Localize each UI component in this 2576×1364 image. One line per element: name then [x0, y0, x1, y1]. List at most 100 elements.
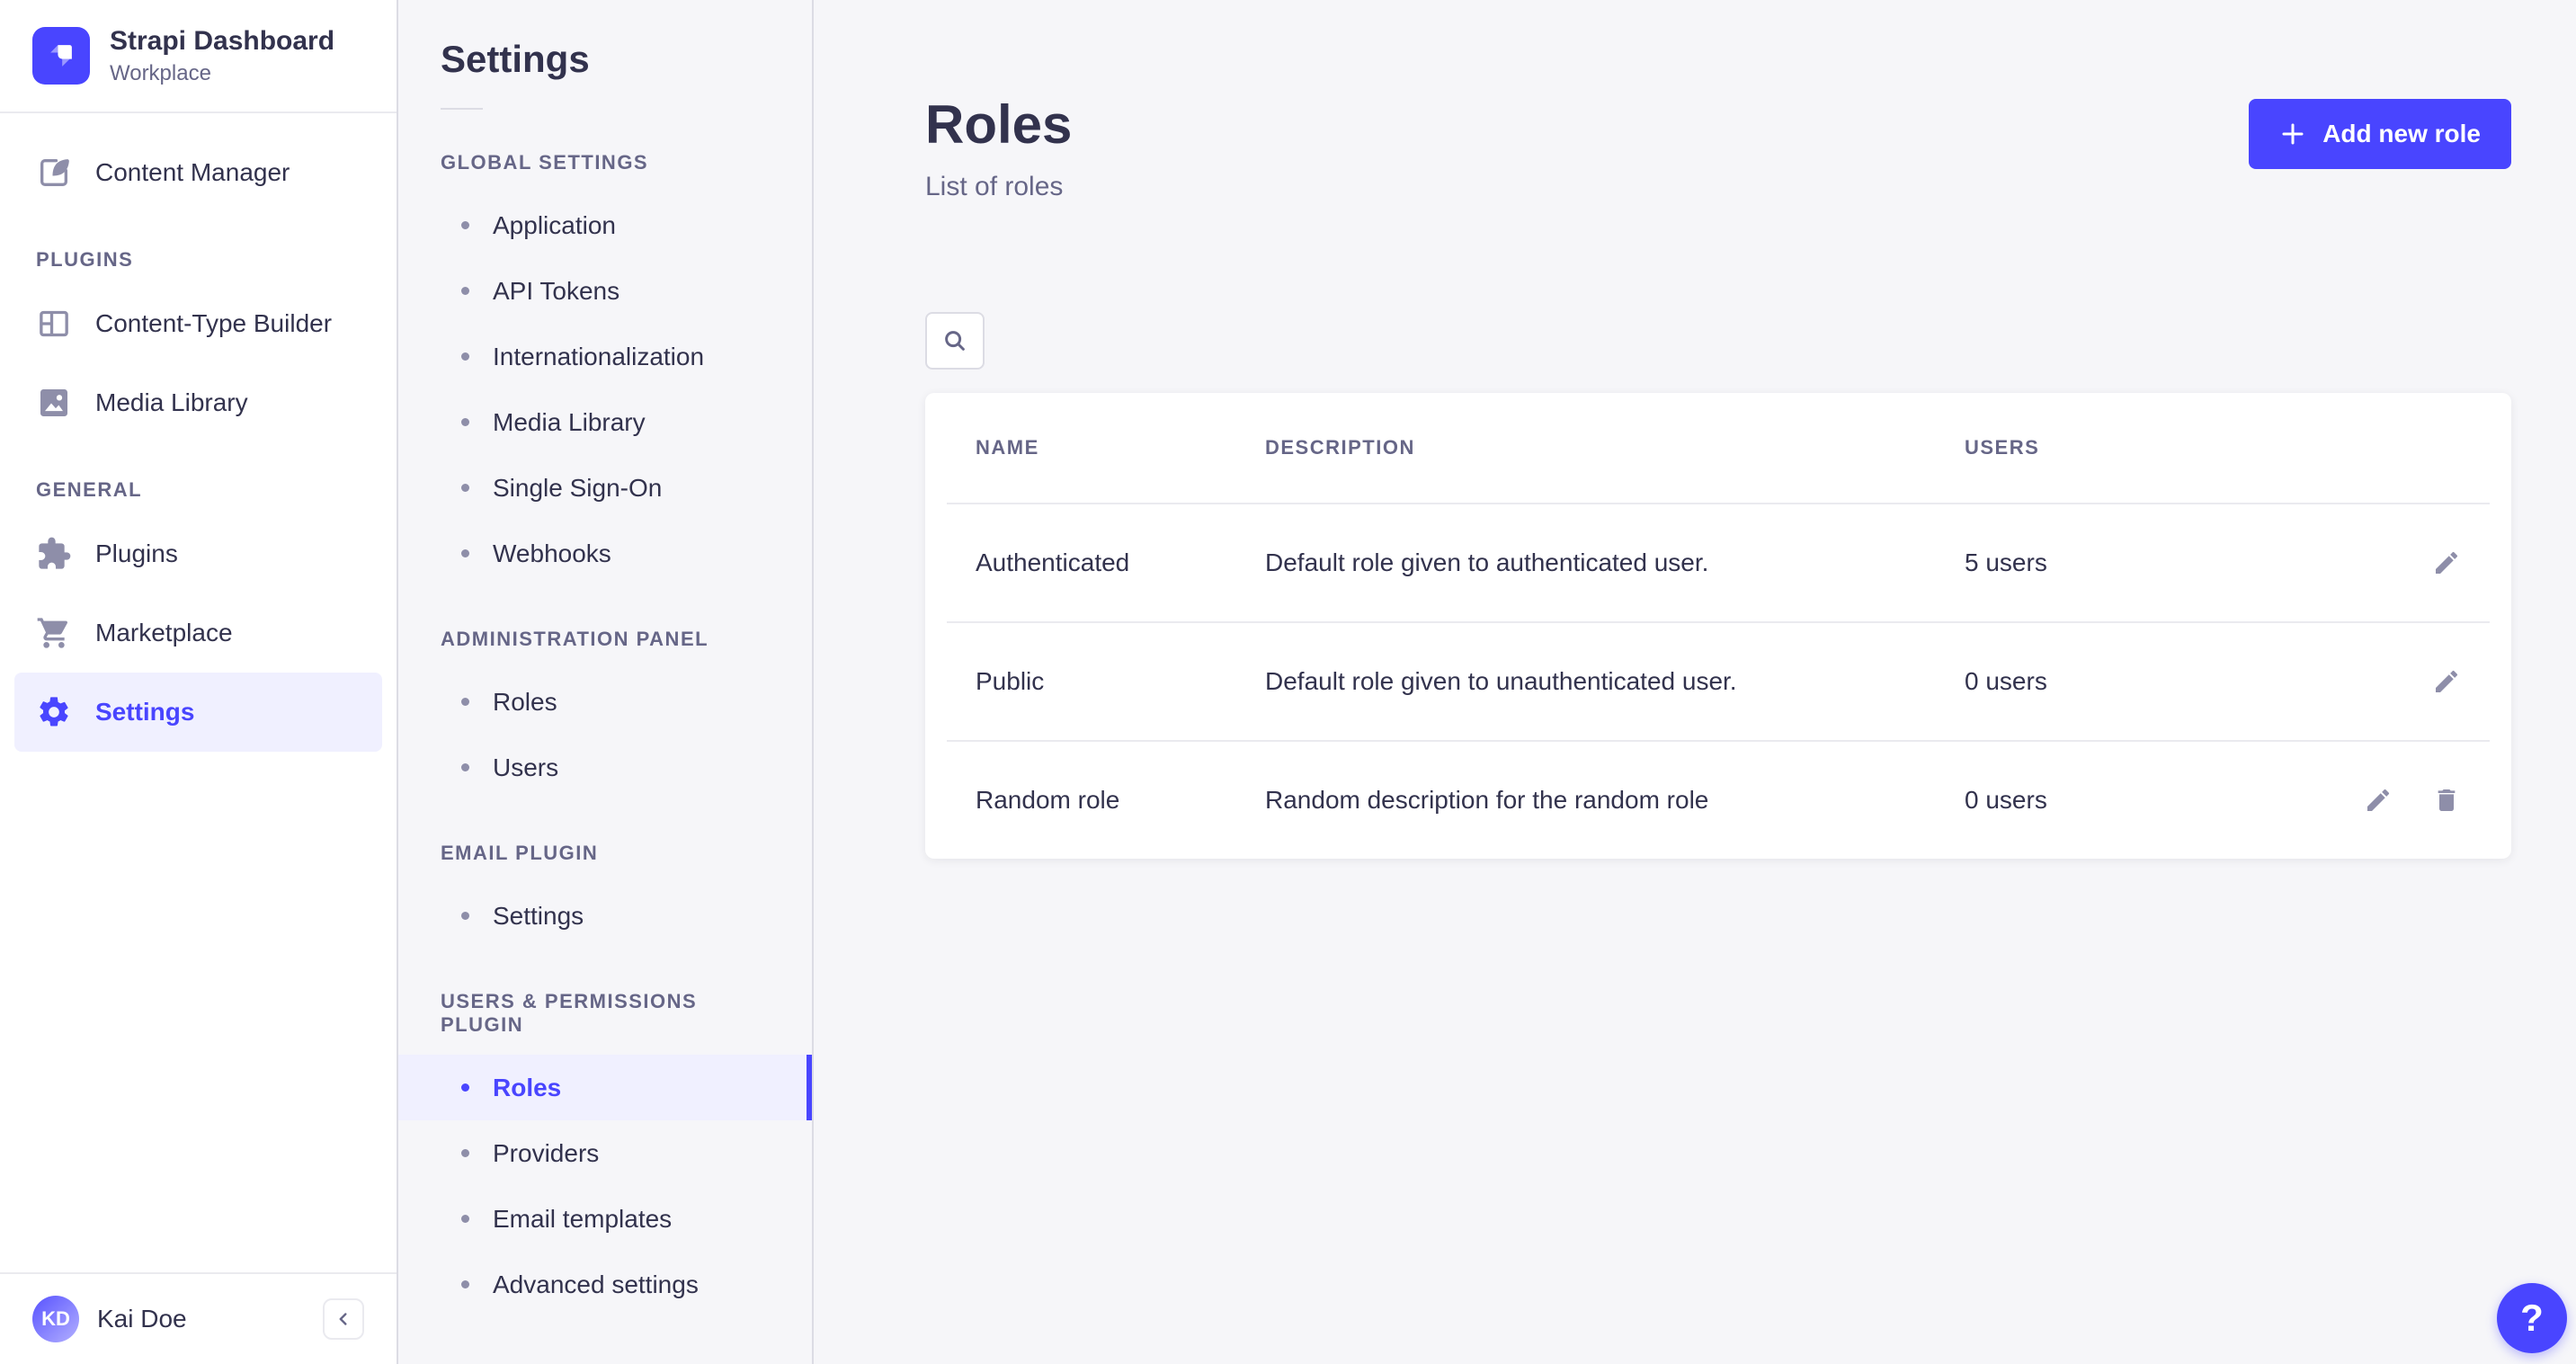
edit-icon — [2364, 786, 2393, 815]
settings-nav-title: Settings — [398, 38, 812, 81]
edit-icon — [2432, 548, 2461, 577]
nav-item-label: Settings — [95, 698, 194, 727]
plugins-icon — [36, 536, 72, 572]
nav-item-marketplace[interactable]: Marketplace — [14, 593, 382, 673]
content-header: Roles List of roles Add new role — [814, 0, 2576, 202]
user-name: Kai Doe — [97, 1305, 187, 1333]
settings-nav-item-label: Settings — [493, 902, 584, 931]
settings-sidebar: Settings GLOBAL SETTINGS Application API… — [398, 0, 814, 1364]
settings-icon — [36, 694, 72, 730]
settings-nav-item-label: Users — [493, 753, 558, 782]
edit-icon — [2432, 667, 2461, 696]
section-global-settings: GLOBAL SETTINGS — [441, 151, 770, 174]
add-new-role-button[interactable]: Add new role — [2249, 99, 2511, 169]
edit-role-button[interactable] — [2432, 667, 2461, 696]
page-subtitle: List of roles — [925, 172, 1072, 202]
bullet-icon — [461, 549, 469, 557]
section-email-plugin: EMAIL PLUGIN — [441, 842, 770, 865]
settings-nav-item-api-tokens[interactable]: API Tokens — [398, 258, 812, 324]
content-manager-icon — [36, 155, 72, 191]
edit-role-button[interactable] — [2364, 786, 2393, 815]
section-users-permissions-plugin: USERS & PERMISSIONS PLUGIN — [441, 990, 770, 1037]
nav-section-general: GENERAL — [14, 478, 382, 502]
nav-item-settings[interactable]: Settings — [14, 673, 382, 752]
delete-role-button[interactable] — [2432, 786, 2461, 815]
settings-nav-item-webhooks[interactable]: Webhooks — [398, 521, 812, 586]
brand-title: Strapi Dashboard — [110, 25, 334, 58]
settings-nav-item-label: Media Library — [493, 408, 646, 437]
settings-nav-item-internationalization[interactable]: Internationalization — [398, 324, 812, 389]
role-description: Random description for the random role — [1265, 786, 1965, 815]
brand-subtitle: Workplace — [110, 61, 334, 86]
settings-nav-item-label: Internationalization — [493, 343, 704, 371]
role-users-count: 0 users — [1965, 786, 2364, 815]
roles-table: NAME DESCRIPTION USERS Authenticated Def… — [925, 393, 2511, 859]
plus-icon — [2279, 120, 2306, 147]
bullet-icon — [461, 1083, 469, 1092]
nav-item-content-type-builder[interactable]: Content-Type Builder — [14, 284, 382, 363]
bullet-icon — [461, 484, 469, 492]
settings-nav-item-admin-roles[interactable]: Roles — [398, 669, 812, 735]
workplace-header[interactable]: Strapi Dashboard Workplace — [0, 0, 397, 113]
nav-item-label: Content Manager — [95, 158, 290, 187]
table-row[interactable]: Authenticated Default role given to auth… — [925, 504, 2511, 621]
bullet-icon — [461, 221, 469, 229]
settings-nav-item-admin-users[interactable]: Users — [398, 735, 812, 800]
bullet-icon — [461, 1280, 469, 1288]
role-name: Public — [976, 667, 1265, 696]
role-users-count: 0 users — [1965, 667, 2432, 696]
bullet-icon — [461, 912, 469, 920]
edit-role-button[interactable] — [2432, 548, 2461, 577]
marketplace-icon — [36, 615, 72, 651]
media-library-icon — [36, 385, 72, 421]
search-button[interactable] — [925, 312, 985, 370]
avatar[interactable]: KD — [32, 1296, 79, 1342]
settings-nav-item-label: Application — [493, 211, 616, 240]
collapse-sidebar-button[interactable] — [323, 1298, 364, 1340]
role-users-count: 5 users — [1965, 548, 2432, 577]
column-header-name: NAME — [976, 436, 1265, 459]
section-administration-panel: ADMINISTRATION PANEL — [441, 628, 770, 651]
settings-nav-item-email-templates[interactable]: Email templates — [398, 1186, 812, 1252]
settings-nav-item-application[interactable]: Application — [398, 192, 812, 258]
role-description: Default role given to authenticated user… — [1265, 548, 1965, 577]
nav-item-plugins[interactable]: Plugins — [14, 514, 382, 593]
settings-nav-item-email-settings[interactable]: Settings — [398, 883, 812, 949]
nav-item-label: Marketplace — [95, 619, 233, 647]
bullet-icon — [461, 698, 469, 706]
settings-nav-item-media-library[interactable]: Media Library — [398, 389, 812, 455]
nav-item-content-manager[interactable]: Content Manager — [14, 133, 382, 212]
bullet-icon — [461, 352, 469, 361]
settings-nav-item-label: Roles — [493, 1074, 561, 1102]
settings-nav-item-label: Providers — [493, 1139, 599, 1168]
content-type-builder-icon — [36, 306, 72, 342]
nav-item-label: Media Library — [95, 388, 248, 417]
main-sidebar: Strapi Dashboard Workplace Content Manag… — [0, 0, 398, 1364]
settings-nav-item-label: API Tokens — [493, 277, 619, 306]
settings-nav-item-label: Single Sign-On — [493, 474, 662, 503]
chevron-left-icon — [334, 1309, 353, 1329]
settings-nav-item-advanced-settings[interactable]: Advanced settings — [398, 1252, 812, 1317]
nav-item-media-library[interactable]: Media Library — [14, 363, 382, 442]
main-content: Roles List of roles Add new role NAME DE… — [814, 0, 2576, 1364]
role-name: Authenticated — [976, 548, 1265, 577]
main-nav-list: Content Manager PLUGINS Content-Type Bui… — [0, 113, 397, 771]
bullet-icon — [461, 287, 469, 295]
nav-item-label: Content-Type Builder — [95, 309, 332, 338]
strapi-logo — [32, 27, 90, 85]
role-description: Default role given to unauthenticated us… — [1265, 667, 1965, 696]
search-icon — [941, 327, 968, 354]
help-button[interactable]: ? — [2497, 1283, 2567, 1353]
table-row[interactable]: Public Default role given to unauthentic… — [925, 623, 2511, 740]
nav-item-label: Plugins — [95, 539, 178, 568]
settings-nav-item-up-roles[interactable]: Roles — [398, 1055, 812, 1120]
settings-nav-item-single-sign-on[interactable]: Single Sign-On — [398, 455, 812, 521]
settings-nav-item-label: Email templates — [493, 1205, 672, 1234]
settings-nav-item-providers[interactable]: Providers — [398, 1120, 812, 1186]
settings-nav-divider — [441, 108, 483, 110]
bullet-icon — [461, 1149, 469, 1157]
nav-section-plugins: PLUGINS — [14, 248, 382, 272]
role-name: Random role — [976, 786, 1265, 815]
table-row[interactable]: Random role Random description for the r… — [925, 742, 2511, 859]
table-header-row: NAME DESCRIPTION USERS — [925, 393, 2511, 503]
